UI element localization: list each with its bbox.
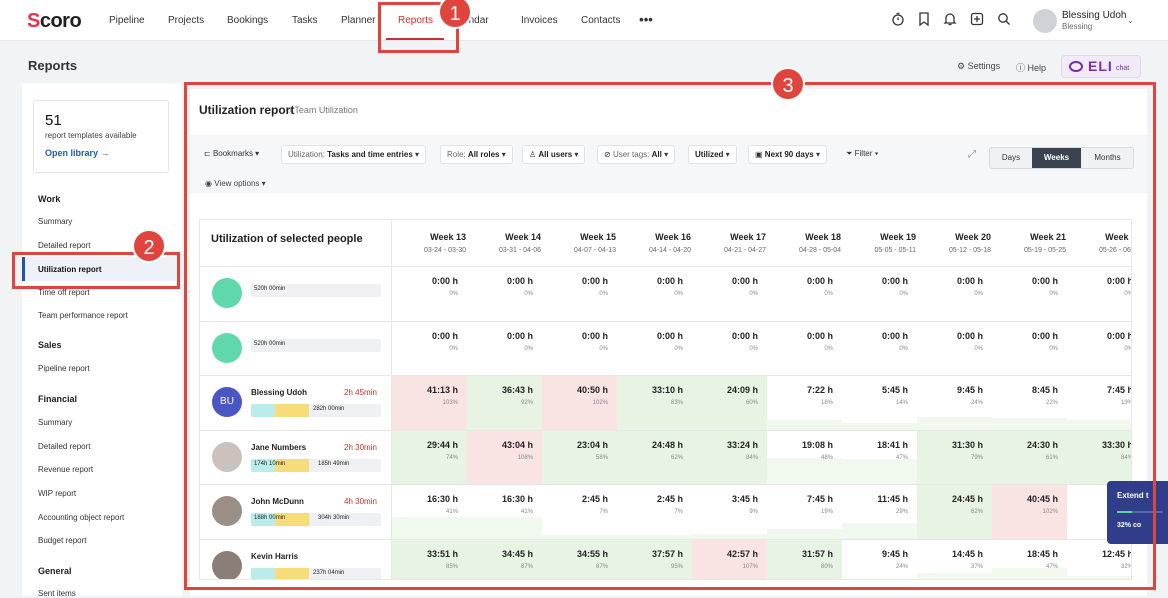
template-text: report templates available [45,131,137,140]
sidebar-item-pipeline[interactable]: Pipeline report [38,364,90,373]
annotation-box-3 [184,82,1156,590]
bell-icon[interactable] [942,12,958,28]
nav-planner[interactable]: Planner [341,15,375,26]
eli-sub: chat [1116,65,1130,72]
sidebar-item-accounting-object[interactable]: Accounting object report [38,513,124,522]
reports-sidebar: 51 report templates available Open libra… [22,83,182,598]
nav-contacts[interactable]: Contacts [581,15,620,26]
nav-invoices[interactable]: Invoices [521,15,558,26]
sidebar-group-sales: Sales [38,340,62,350]
settings-label: Settings [967,61,1001,71]
sidebar-group-financial: Financial [38,394,78,404]
sidebar-item-team-performance[interactable]: Team performance report [38,311,128,320]
user-subtitle: Blessing [1062,22,1093,31]
top-bar: Scoro Pipeline Projects Bookings Tasks P… [0,0,1168,41]
sidebar-item-summary[interactable]: Summary [38,217,72,226]
sidebar-group-general: General [38,566,72,576]
eli-label: ELI [1088,58,1113,74]
settings-link[interactable]: ⚙ Settings [957,61,1000,72]
chevron-down-icon[interactable]: ⌄ [1127,16,1134,25]
sidebar-group-work: Work [38,194,61,204]
sidebar-item-revenue[interactable]: Revenue report [38,465,93,474]
sidebar-item-fin-detailed[interactable]: Detailed report [38,442,90,451]
nav-bookings[interactable]: Bookings [227,15,268,26]
sidebar-item-sent-items[interactable]: Sent items [38,589,76,598]
open-library-link[interactable]: Open library → [45,148,110,158]
template-count: 51 [45,112,62,129]
nav-projects[interactable]: Projects [168,15,204,26]
page-title: Reports [28,58,78,73]
search-icon[interactable] [996,12,1012,28]
sidebar-item-fin-summary[interactable]: Summary [38,418,72,427]
help-link[interactable]: ⓘ Help [1016,61,1046,74]
eli-chat-button[interactable]: ELI chat [1061,55,1141,78]
user-avatar[interactable] [1033,9,1057,33]
nav-tasks[interactable]: Tasks [292,15,318,26]
library-card: 51 report templates available Open libra… [33,100,169,173]
sidebar-item-detailed[interactable]: Detailed report [38,241,90,250]
more-icon[interactable]: ••• [638,12,654,28]
user-name[interactable]: Blessing Udoh [1062,10,1126,21]
sidebar-item-wip[interactable]: WIP report [38,489,76,498]
nav-pipeline[interactable]: Pipeline [109,15,145,26]
sidebar-item-budget[interactable]: Budget report [38,536,86,545]
annotation-badge-3: 3 [771,67,805,101]
annotation-badge-2: 2 [132,229,166,263]
eli-icon [1069,61,1083,72]
timer-icon[interactable] [890,12,906,28]
bookmark-icon[interactable] [916,12,932,28]
help-label: Help [1027,63,1047,73]
scoro-logo[interactable]: Scoro [27,10,82,33]
sidebar-item-time-off[interactable]: Time off report [38,288,90,297]
logo-rest: coro [39,10,82,32]
add-icon[interactable] [969,12,985,28]
